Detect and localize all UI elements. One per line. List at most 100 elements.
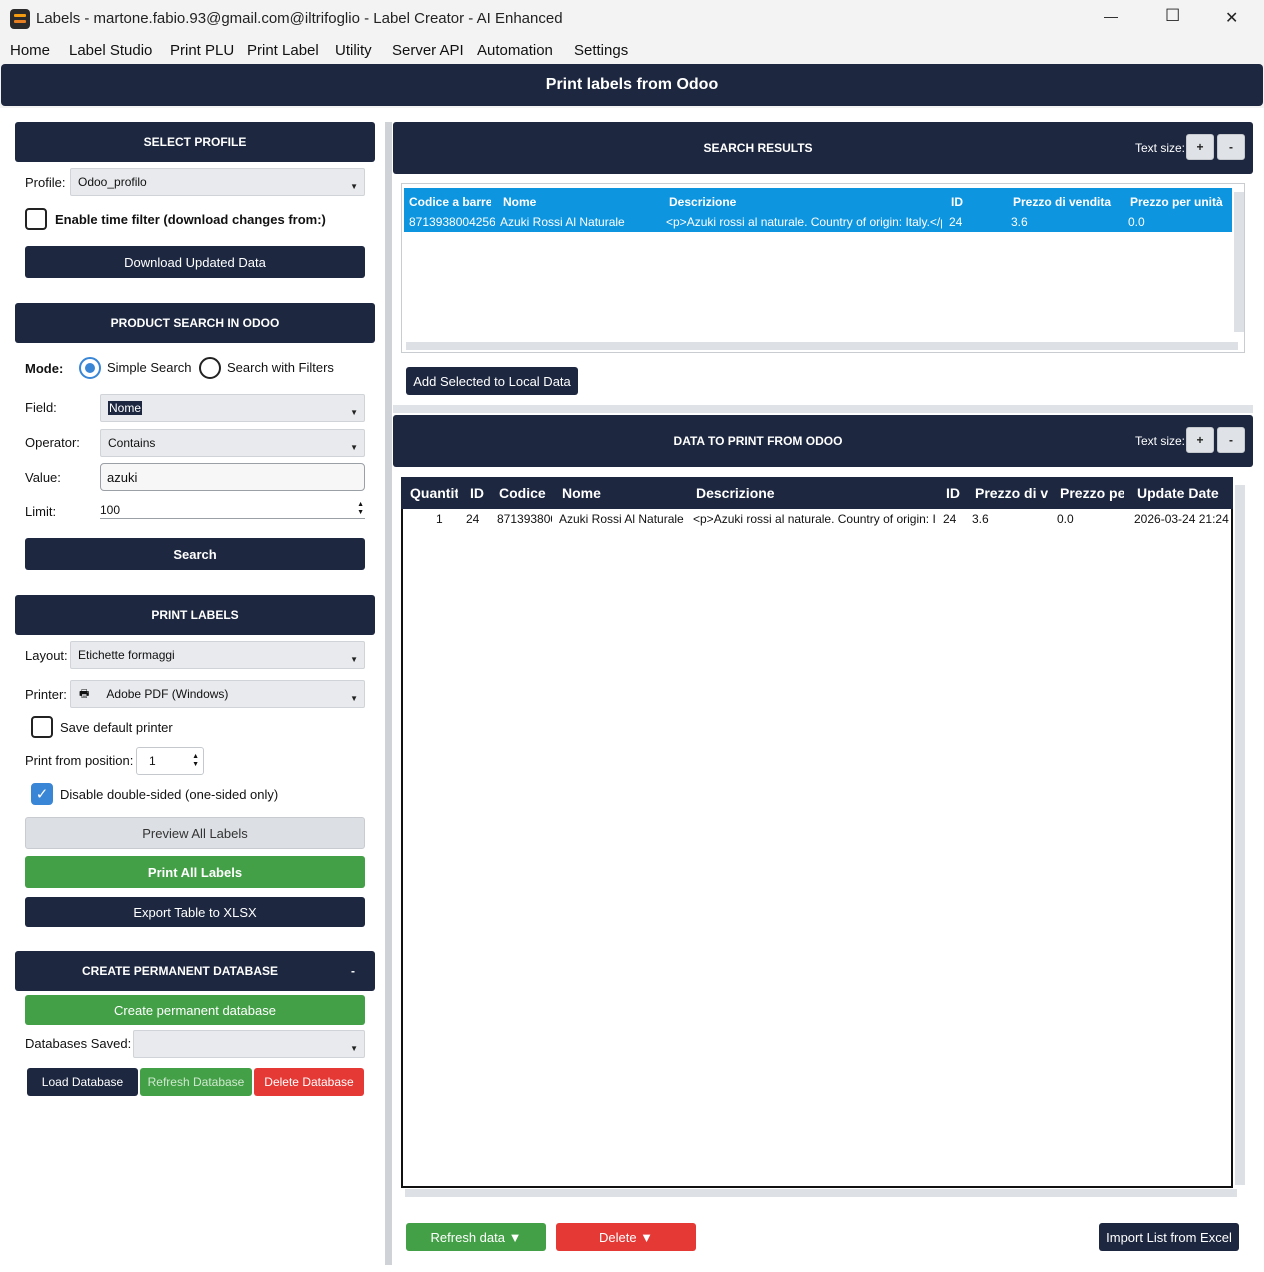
value-input[interactable]: azuki (100, 463, 365, 491)
menu-utility[interactable]: Utility (335, 42, 372, 59)
app-logo-icon (10, 9, 30, 29)
search-with-filters-label: Search with Filters (227, 360, 334, 375)
menu-home[interactable]: Home (10, 42, 50, 59)
permanent-db-header: CREATE PERMANENT DATABASE - (15, 951, 375, 991)
table-row[interactable]: 1 24 8713938004256 Azuki Rossi Al Natura… (403, 509, 1231, 529)
data-to-print-header: DATA TO PRINT FROM ODOO Text size: + - (393, 415, 1253, 467)
vertical-scrollbar[interactable] (1235, 485, 1245, 1185)
profile-label: Profile: (25, 175, 66, 190)
load-database-button[interactable]: Load Database (27, 1068, 138, 1096)
title-bar: Labels - martone.fabio.93@gmail.com@iltr… (0, 0, 1264, 38)
databases-saved-select[interactable]: ▼ (133, 1030, 365, 1058)
search-results-table: Codice a barre Nome Descrizione ID Prezz… (401, 183, 1245, 353)
save-default-printer-checkbox[interactable] (31, 716, 53, 738)
section-divider (393, 405, 1253, 413)
delete-database-button[interactable]: Delete Database (254, 1068, 364, 1096)
table-header-row: Quantità ID Codice Nome Descrizione ID P… (401, 477, 1233, 509)
col-prezzo-unita[interactable]: Prezzo per unità (1060, 477, 1124, 509)
refresh-data-button[interactable]: Refresh data ▼ (406, 1223, 546, 1251)
limit-spinbox[interactable]: 100 ▲ ▼ (100, 501, 365, 519)
value-label: Value: (25, 470, 61, 485)
menu-print-plu[interactable]: Print PLU (170, 42, 234, 59)
chevron-down-icon: ▼ (350, 408, 358, 417)
col-nome[interactable]: Nome (562, 477, 682, 509)
printer-select[interactable]: 🖶 Adobe PDF (Windows) ▼ (70, 680, 365, 708)
col-codice[interactable]: Codice (499, 477, 549, 509)
panel-splitter[interactable] (385, 122, 392, 1265)
horizontal-scrollbar[interactable] (405, 1189, 1237, 1197)
text-size-plus-button[interactable]: + (1186, 427, 1214, 453)
layout-select[interactable]: Etichette formaggi ▼ (70, 641, 365, 669)
menu-server-api[interactable]: Server API (392, 42, 464, 59)
print-labels-header: PRINT LABELS (15, 595, 375, 635)
field-label: Field: (25, 400, 57, 415)
mode-label: Mode: (25, 361, 64, 376)
printer-icon: 🖶 (79, 687, 90, 700)
collapse-toggle[interactable]: - (351, 964, 355, 978)
text-size-label: Text size: (1135, 141, 1186, 155)
print-from-label: Print from position: (25, 753, 134, 768)
time-filter-checkbox[interactable] (25, 208, 47, 230)
page-title-banner: Print labels from Odoo (1, 64, 1263, 106)
menu-label-studio[interactable]: Label Studio (69, 42, 152, 59)
save-default-printer-label: Save default printer (60, 720, 173, 735)
search-results-header: SEARCH RESULTS Text size: + - (393, 122, 1253, 174)
col-descrizione[interactable]: Descrizione (696, 477, 936, 509)
text-size-minus-button[interactable]: - (1217, 427, 1245, 453)
printer-label: Printer: (25, 687, 67, 702)
field-select[interactable]: Nome ▼ (100, 394, 365, 422)
text-size-plus-button[interactable]: + (1186, 134, 1214, 160)
table-body (401, 509, 1233, 1188)
spin-arrows-icon: ▲ ▼ (357, 501, 364, 516)
download-updated-data-button[interactable]: Download Updated Data (25, 246, 365, 278)
print-from-spinbox[interactable]: 1 ▲ ▼ (136, 747, 204, 775)
disable-double-sided-checkbox[interactable]: ✓ (31, 783, 53, 805)
search-with-filters-radio[interactable] (199, 357, 221, 379)
text-size-minus-button[interactable]: - (1217, 134, 1245, 160)
chevron-down-icon: ▼ (350, 1044, 358, 1053)
table-row[interactable]: 8713938004256 Azuki Rossi Al Naturale <p… (404, 212, 1232, 232)
time-filter-label: Enable time filter (download changes fro… (55, 212, 326, 227)
spin-arrows-icon: ▲ ▼ (192, 753, 199, 768)
horizontal-scrollbar[interactable] (406, 342, 1238, 350)
search-button[interactable]: Search (25, 538, 365, 570)
page-title: Print labels from Odoo (545, 76, 719, 93)
col-id[interactable]: ID (470, 477, 490, 509)
maximize-button[interactable]: ☐ (1165, 6, 1180, 26)
vertical-scrollbar[interactable] (1234, 192, 1244, 332)
col-update-date[interactable]: Update Date (1137, 477, 1231, 509)
col-quantita[interactable]: Quantità (410, 477, 458, 509)
minimize-button[interactable]: — (1104, 8, 1118, 24)
operator-select[interactable]: Contains ▼ (100, 429, 365, 457)
menu-print-label[interactable]: Print Label (247, 42, 319, 59)
import-excel-button[interactable]: Import List from Excel (1099, 1223, 1239, 1251)
close-button[interactable]: ✕ (1225, 8, 1238, 28)
operator-label: Operator: (25, 435, 80, 450)
layout-label: Layout: (25, 648, 68, 663)
chevron-down-icon: ▼ (350, 655, 358, 664)
chevron-down-icon: ▼ (350, 182, 358, 191)
data-to-print-table: Quantità ID Codice Nome Descrizione ID P… (401, 477, 1245, 1199)
print-all-labels-button[interactable]: Print All Labels (25, 856, 365, 888)
chevron-down-icon: ▼ (350, 694, 358, 703)
create-permanent-db-button[interactable]: Create permanent database (25, 995, 365, 1025)
product-search-header: PRODUCT SEARCH IN ODOO (15, 303, 375, 343)
col-id-2[interactable]: ID (946, 477, 966, 509)
menu-automation[interactable]: Automation (477, 42, 553, 59)
col-prezzo-vendita[interactable]: Prezzo di vendita (975, 477, 1048, 509)
preview-all-labels-button[interactable]: Preview All Labels (25, 817, 365, 849)
export-xlsx-button[interactable]: Export Table to XLSX (25, 897, 365, 927)
text-size-label: Text size: (1135, 434, 1186, 448)
menu-bar: Home Label Studio Print PLU Print Label … (0, 38, 1264, 62)
chevron-down-icon: ▼ (350, 443, 358, 452)
add-selected-button[interactable]: Add Selected to Local Data (406, 367, 578, 395)
menu-settings[interactable]: Settings (574, 42, 628, 59)
delete-button[interactable]: Delete ▼ (556, 1223, 696, 1251)
profile-select[interactable]: Odoo_profilo ▼ (70, 168, 365, 196)
select-profile-header: SELECT PROFILE (15, 122, 375, 162)
window-title: Labels - martone.fabio.93@gmail.com@iltr… (36, 10, 563, 27)
simple-search-radio[interactable] (79, 357, 101, 379)
simple-search-label: Simple Search (107, 360, 192, 375)
limit-label: Limit: (25, 504, 57, 519)
refresh-database-button[interactable]: Refresh Database (140, 1068, 252, 1096)
